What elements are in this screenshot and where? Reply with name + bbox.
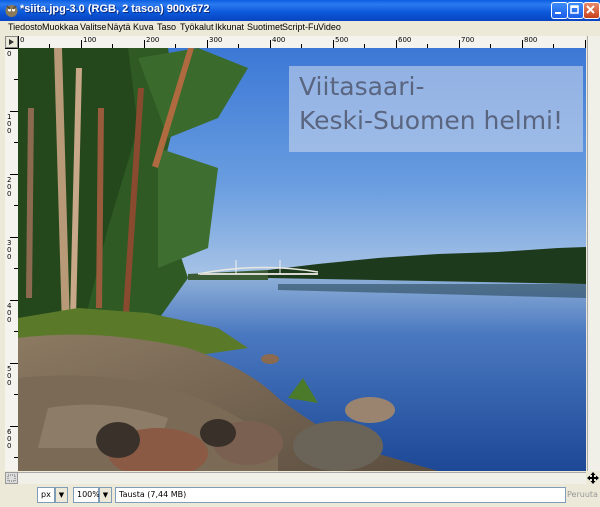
image-window: *siita.jpg-3.0 (RGB, 2 tasoa) 900x672 Ti… <box>0 0 600 507</box>
maximize-button[interactable] <box>567 2 584 19</box>
h-ruler-label: 700 <box>461 36 475 44</box>
v-ruler-label: 0 <box>7 50 12 58</box>
status-message: Tausta (7,44 MB) <box>115 487 566 503</box>
image-canvas[interactable]: Viitasaari- Keski-Suomen helmi! <box>18 48 586 471</box>
unit-value: px <box>41 490 51 499</box>
v-ruler-label: 300 <box>7 239 12 261</box>
h-ruler-label: 400 <box>272 36 286 44</box>
v-ruler-label: 100 <box>7 113 12 135</box>
v-ruler-label: 500 <box>7 365 12 387</box>
h-ruler-label: 100 <box>83 36 97 44</box>
chevron-down-icon: ▼ <box>58 491 65 499</box>
menu-video[interactable]: Video <box>318 22 341 32</box>
menu-edit[interactable]: Muokkaa <box>42 22 79 32</box>
h-ruler-label: 300 <box>209 36 223 44</box>
close-button[interactable] <box>583 2 600 19</box>
window-title: *siita.jpg-3.0 (RGB, 2 tasoa) 900x672 <box>20 3 210 15</box>
menu-filters[interactable]: Suotimet <box>247 22 283 32</box>
menu-file[interactable]: Tiedosto <box>8 22 42 32</box>
minimize-icon <box>555 12 561 14</box>
menu-bar: Tiedosto Muokkaa Valitse Näytä Kuva Taso… <box>0 21 600 35</box>
chevron-down-icon: ▼ <box>102 491 109 499</box>
ruler-ticks <box>18 36 586 48</box>
minimize-button[interactable] <box>551 2 568 19</box>
menu-tools[interactable]: Työkalut <box>180 22 214 32</box>
menu-image[interactable]: Kuva <box>133 22 154 32</box>
h-ruler-label: 200 <box>146 36 160 44</box>
zoom-select[interactable]: 100% <box>73 487 100 503</box>
title-bar[interactable]: *siita.jpg-3.0 (RGB, 2 tasoa) 900x672 <box>0 0 600 21</box>
h-ruler-label: 500 <box>335 36 349 44</box>
menu-layer[interactable]: Taso <box>157 22 176 32</box>
layer-info: Tausta (7,44 MB) <box>119 490 187 499</box>
close-icon <box>586 5 595 14</box>
image-menu-button[interactable] <box>5 36 18 48</box>
zoom-dropdown-button[interactable]: ▼ <box>99 487 112 503</box>
overlay-text-line1: Viitasaari- <box>299 72 425 101</box>
arrow-right-icon <box>9 39 14 45</box>
v-ruler-label: 400 <box>7 302 12 324</box>
vertical-ruler[interactable]: 0 100 200 300 400 500 600 <box>5 48 19 471</box>
menu-view[interactable]: Näytä <box>107 22 131 32</box>
unit-select[interactable]: px <box>37 487 55 503</box>
navigate-icon[interactable] <box>587 472 599 484</box>
maximize-icon <box>570 5 579 14</box>
cancel-button[interactable]: Peruuta <box>567 487 598 503</box>
quick-mask-icon <box>7 474 16 482</box>
menu-script-fu[interactable]: Script-Fu <box>282 22 319 32</box>
v-ruler-label: 200 <box>7 176 12 198</box>
h-ruler-label: 800 <box>524 36 538 44</box>
unit-dropdown-button[interactable]: ▼ <box>55 487 68 503</box>
menu-windows[interactable]: Ikkunat <box>215 22 244 32</box>
h-ruler-label: 600 <box>398 36 412 44</box>
status-bar: px ▼ 100% ▼ Tausta (7,44 MB) Peruuta <box>0 484 600 507</box>
gimp-icon <box>5 5 18 17</box>
menu-select[interactable]: Valitse <box>80 22 106 32</box>
vertical-scrollbar[interactable] <box>587 36 600 471</box>
v-ruler-label: 600 <box>7 428 12 450</box>
quick-mask-toggle[interactable] <box>5 472 18 484</box>
overlay-text-line2: Keski-Suomen helmi! <box>299 106 564 135</box>
h-ruler-label: 0 <box>20 36 25 44</box>
zoom-value: 100% <box>77 490 100 499</box>
